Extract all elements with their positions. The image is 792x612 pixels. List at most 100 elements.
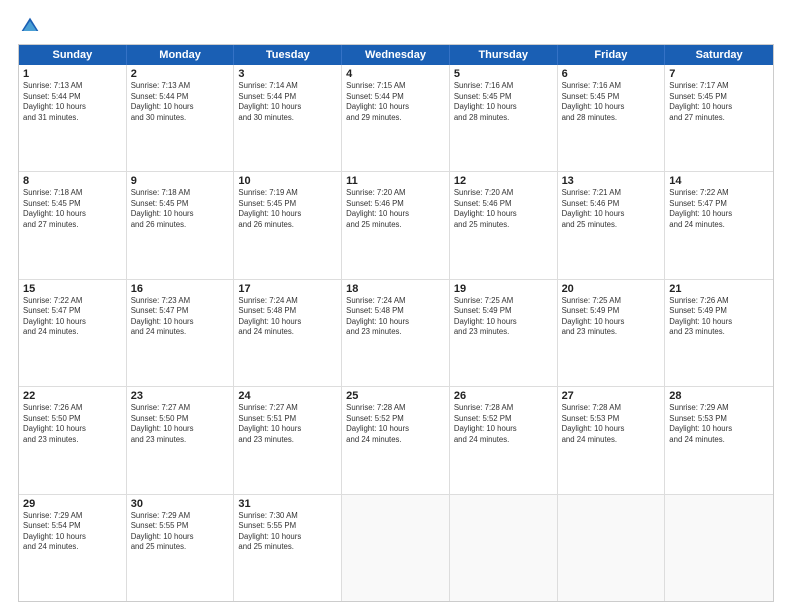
day-number: 28 <box>669 390 769 402</box>
day-info: Sunrise: 7:19 AM Sunset: 5:45 PM Dayligh… <box>238 188 337 230</box>
day-info: Sunrise: 7:26 AM Sunset: 5:50 PM Dayligh… <box>23 403 122 445</box>
calendar-page: SundayMondayTuesdayWednesdayThursdayFrid… <box>0 0 792 612</box>
day-number: 21 <box>669 283 769 295</box>
day-info: Sunrise: 7:28 AM Sunset: 5:53 PM Dayligh… <box>562 403 661 445</box>
calendar-cell: 21Sunrise: 7:26 AM Sunset: 5:49 PM Dayli… <box>665 280 773 386</box>
day-info: Sunrise: 7:16 AM Sunset: 5:45 PM Dayligh… <box>454 81 553 123</box>
day-info: Sunrise: 7:16 AM Sunset: 5:45 PM Dayligh… <box>562 81 661 123</box>
calendar-cell: 1Sunrise: 7:13 AM Sunset: 5:44 PM Daylig… <box>19 65 127 171</box>
calendar-header-day: Sunday <box>19 45 127 65</box>
day-number: 27 <box>562 390 661 402</box>
calendar-cell: 19Sunrise: 7:25 AM Sunset: 5:49 PM Dayli… <box>450 280 558 386</box>
day-info: Sunrise: 7:22 AM Sunset: 5:47 PM Dayligh… <box>23 296 122 338</box>
calendar-cell: 13Sunrise: 7:21 AM Sunset: 5:46 PM Dayli… <box>558 172 666 278</box>
calendar-cell <box>665 495 773 601</box>
calendar-week-row: 8Sunrise: 7:18 AM Sunset: 5:45 PM Daylig… <box>19 172 773 279</box>
calendar: SundayMondayTuesdayWednesdayThursdayFrid… <box>18 44 774 602</box>
day-info: Sunrise: 7:21 AM Sunset: 5:46 PM Dayligh… <box>562 188 661 230</box>
day-number: 22 <box>23 390 122 402</box>
logo <box>18 16 40 36</box>
calendar-cell: 12Sunrise: 7:20 AM Sunset: 5:46 PM Dayli… <box>450 172 558 278</box>
calendar-header-day: Tuesday <box>234 45 342 65</box>
calendar-header-day: Wednesday <box>342 45 450 65</box>
calendar-week-row: 22Sunrise: 7:26 AM Sunset: 5:50 PM Dayli… <box>19 387 773 494</box>
day-number: 25 <box>346 390 445 402</box>
day-number: 29 <box>23 498 122 510</box>
day-info: Sunrise: 7:18 AM Sunset: 5:45 PM Dayligh… <box>23 188 122 230</box>
day-number: 7 <box>669 68 769 80</box>
calendar-cell: 4Sunrise: 7:15 AM Sunset: 5:44 PM Daylig… <box>342 65 450 171</box>
day-info: Sunrise: 7:27 AM Sunset: 5:51 PM Dayligh… <box>238 403 337 445</box>
calendar-header-day: Thursday <box>450 45 558 65</box>
calendar-cell: 17Sunrise: 7:24 AM Sunset: 5:48 PM Dayli… <box>234 280 342 386</box>
calendar-cell: 27Sunrise: 7:28 AM Sunset: 5:53 PM Dayli… <box>558 387 666 493</box>
calendar-cell <box>450 495 558 601</box>
calendar-cell: 14Sunrise: 7:22 AM Sunset: 5:47 PM Dayli… <box>665 172 773 278</box>
day-number: 26 <box>454 390 553 402</box>
day-number: 8 <box>23 175 122 187</box>
calendar-cell <box>558 495 666 601</box>
day-info: Sunrise: 7:13 AM Sunset: 5:44 PM Dayligh… <box>23 81 122 123</box>
calendar-cell: 8Sunrise: 7:18 AM Sunset: 5:45 PM Daylig… <box>19 172 127 278</box>
calendar-cell: 22Sunrise: 7:26 AM Sunset: 5:50 PM Dayli… <box>19 387 127 493</box>
header <box>18 16 774 36</box>
day-number: 3 <box>238 68 337 80</box>
day-info: Sunrise: 7:20 AM Sunset: 5:46 PM Dayligh… <box>346 188 445 230</box>
calendar-cell: 5Sunrise: 7:16 AM Sunset: 5:45 PM Daylig… <box>450 65 558 171</box>
calendar-week-row: 1Sunrise: 7:13 AM Sunset: 5:44 PM Daylig… <box>19 65 773 172</box>
day-info: Sunrise: 7:27 AM Sunset: 5:50 PM Dayligh… <box>131 403 230 445</box>
day-number: 2 <box>131 68 230 80</box>
day-info: Sunrise: 7:30 AM Sunset: 5:55 PM Dayligh… <box>238 511 337 553</box>
calendar-cell: 2Sunrise: 7:13 AM Sunset: 5:44 PM Daylig… <box>127 65 235 171</box>
calendar-header-day: Friday <box>558 45 666 65</box>
day-number: 5 <box>454 68 553 80</box>
calendar-cell: 3Sunrise: 7:14 AM Sunset: 5:44 PM Daylig… <box>234 65 342 171</box>
day-info: Sunrise: 7:13 AM Sunset: 5:44 PM Dayligh… <box>131 81 230 123</box>
calendar-header-day: Monday <box>127 45 235 65</box>
day-info: Sunrise: 7:29 AM Sunset: 5:55 PM Dayligh… <box>131 511 230 553</box>
day-info: Sunrise: 7:24 AM Sunset: 5:48 PM Dayligh… <box>238 296 337 338</box>
day-number: 6 <box>562 68 661 80</box>
calendar-cell: 7Sunrise: 7:17 AM Sunset: 5:45 PM Daylig… <box>665 65 773 171</box>
calendar-cell: 6Sunrise: 7:16 AM Sunset: 5:45 PM Daylig… <box>558 65 666 171</box>
day-number: 14 <box>669 175 769 187</box>
day-number: 9 <box>131 175 230 187</box>
day-number: 24 <box>238 390 337 402</box>
day-info: Sunrise: 7:28 AM Sunset: 5:52 PM Dayligh… <box>454 403 553 445</box>
calendar-header-row: SundayMondayTuesdayWednesdayThursdayFrid… <box>19 45 773 65</box>
calendar-week-row: 29Sunrise: 7:29 AM Sunset: 5:54 PM Dayli… <box>19 495 773 601</box>
calendar-cell: 16Sunrise: 7:23 AM Sunset: 5:47 PM Dayli… <box>127 280 235 386</box>
day-number: 17 <box>238 283 337 295</box>
day-number: 15 <box>23 283 122 295</box>
day-number: 20 <box>562 283 661 295</box>
day-number: 31 <box>238 498 337 510</box>
day-info: Sunrise: 7:29 AM Sunset: 5:53 PM Dayligh… <box>669 403 769 445</box>
day-number: 13 <box>562 175 661 187</box>
day-info: Sunrise: 7:14 AM Sunset: 5:44 PM Dayligh… <box>238 81 337 123</box>
calendar-cell: 23Sunrise: 7:27 AM Sunset: 5:50 PM Dayli… <box>127 387 235 493</box>
day-number: 12 <box>454 175 553 187</box>
day-number: 11 <box>346 175 445 187</box>
day-info: Sunrise: 7:28 AM Sunset: 5:52 PM Dayligh… <box>346 403 445 445</box>
calendar-cell: 25Sunrise: 7:28 AM Sunset: 5:52 PM Dayli… <box>342 387 450 493</box>
calendar-cell <box>342 495 450 601</box>
day-info: Sunrise: 7:23 AM Sunset: 5:47 PM Dayligh… <box>131 296 230 338</box>
day-info: Sunrise: 7:15 AM Sunset: 5:44 PM Dayligh… <box>346 81 445 123</box>
calendar-cell: 29Sunrise: 7:29 AM Sunset: 5:54 PM Dayli… <box>19 495 127 601</box>
calendar-cell: 24Sunrise: 7:27 AM Sunset: 5:51 PM Dayli… <box>234 387 342 493</box>
calendar-cell: 30Sunrise: 7:29 AM Sunset: 5:55 PM Dayli… <box>127 495 235 601</box>
day-info: Sunrise: 7:17 AM Sunset: 5:45 PM Dayligh… <box>669 81 769 123</box>
logo-icon <box>20 16 40 36</box>
calendar-week-row: 15Sunrise: 7:22 AM Sunset: 5:47 PM Dayli… <box>19 280 773 387</box>
day-number: 16 <box>131 283 230 295</box>
day-info: Sunrise: 7:20 AM Sunset: 5:46 PM Dayligh… <box>454 188 553 230</box>
day-info: Sunrise: 7:29 AM Sunset: 5:54 PM Dayligh… <box>23 511 122 553</box>
calendar-cell: 9Sunrise: 7:18 AM Sunset: 5:45 PM Daylig… <box>127 172 235 278</box>
day-number: 18 <box>346 283 445 295</box>
calendar-cell: 18Sunrise: 7:24 AM Sunset: 5:48 PM Dayli… <box>342 280 450 386</box>
day-info: Sunrise: 7:25 AM Sunset: 5:49 PM Dayligh… <box>562 296 661 338</box>
day-number: 10 <box>238 175 337 187</box>
day-info: Sunrise: 7:22 AM Sunset: 5:47 PM Dayligh… <box>669 188 769 230</box>
day-number: 23 <box>131 390 230 402</box>
calendar-header-day: Saturday <box>665 45 773 65</box>
